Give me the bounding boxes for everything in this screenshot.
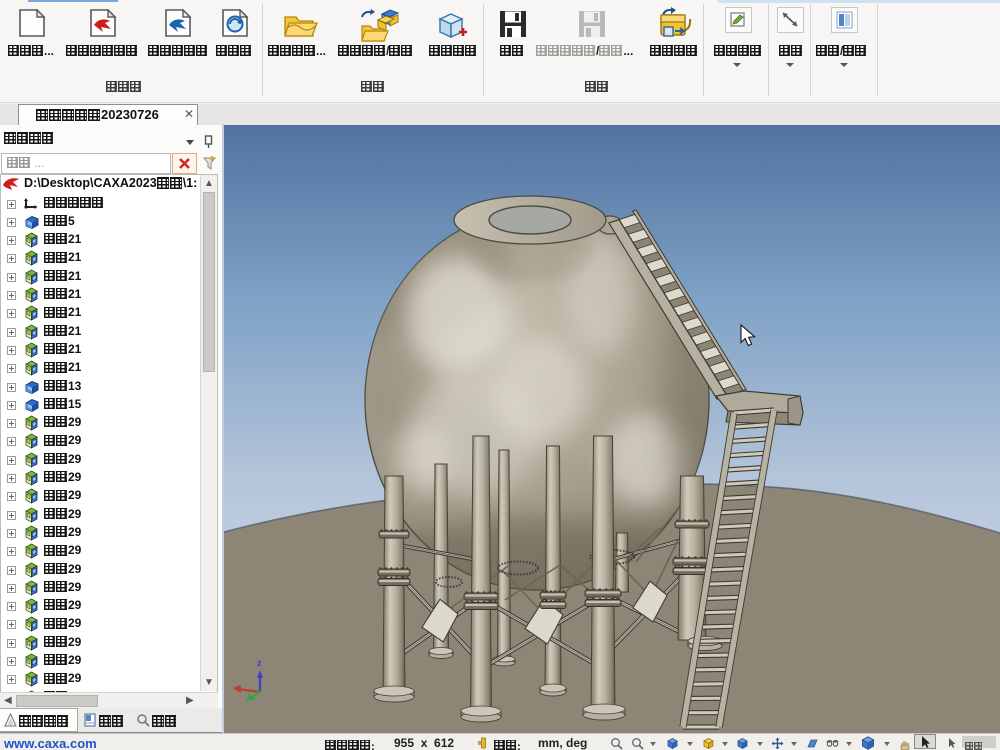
svg-text:z: z <box>257 658 262 668</box>
